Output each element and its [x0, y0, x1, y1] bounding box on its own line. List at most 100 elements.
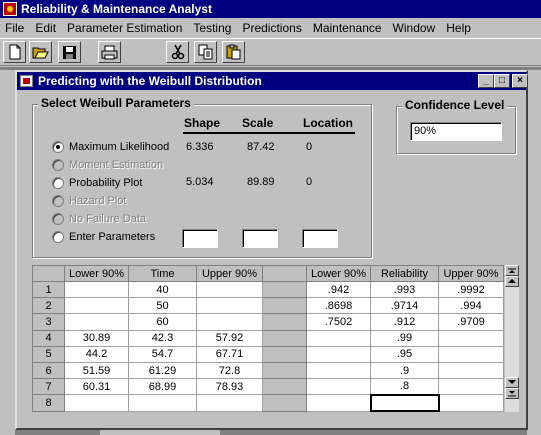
cell-lower-time[interactable]: 30.89 [64, 329, 129, 347]
table-row[interactable]: 5 44.2 54.7 67.71 .95 [32, 345, 504, 363]
cell-lower-time[interactable]: 44.2 [64, 345, 129, 363]
cell-time[interactable]: 60 [128, 313, 197, 331]
paste-button[interactable] [222, 41, 245, 63]
table-row[interactable]: 6 51.59 61.29 72.8 .9 [32, 361, 504, 380]
row-number-cell[interactable]: 3 [32, 313, 65, 331]
cell-time[interactable]: 54.7 [128, 345, 197, 363]
cell-upper-time[interactable]: 57.92 [196, 329, 263, 347]
cell-upper-reliability[interactable] [438, 378, 504, 396]
radio-button[interactable] [52, 231, 64, 243]
table-row[interactable]: 1 40 .942.993.9992 [32, 281, 504, 299]
cell-upper-time[interactable] [196, 297, 263, 315]
save-button[interactable] [58, 41, 81, 63]
cell-lower-time[interactable] [64, 394, 129, 412]
cell-upper-reliability[interactable] [438, 361, 504, 380]
location-input[interactable] [302, 229, 338, 248]
cell-reliability[interactable]: .9714 [370, 297, 439, 315]
cut-button[interactable] [166, 41, 189, 63]
cell-upper-reliability[interactable]: .9992 [438, 281, 504, 299]
cell-lower-reliability[interactable] [306, 361, 371, 380]
cell-lower-reliability[interactable]: .7502 [306, 313, 371, 331]
confidence-level-input[interactable]: 90% [410, 122, 502, 141]
row-number-cell[interactable]: 5 [32, 345, 65, 363]
cell-upper-time[interactable]: 67.71 [196, 345, 263, 363]
menu-window[interactable]: Window [388, 21, 442, 35]
column-header-upper-time[interactable]: Upper 90% [196, 264, 263, 283]
column-header-reliability[interactable]: Reliability [370, 264, 439, 283]
cell-upper-time[interactable]: 72.8 [196, 361, 263, 380]
row-number-cell[interactable]: 4 [32, 329, 65, 347]
column-header-upper-reliability[interactable]: Upper 90% [438, 264, 504, 283]
column-header-lower-time[interactable]: Lower 90% [64, 264, 129, 283]
cell-lower-time[interactable]: 60.31 [64, 378, 129, 396]
cell-lower-time[interactable] [64, 313, 129, 331]
cell-reliability[interactable]: .95 [370, 345, 439, 363]
maximize-button[interactable]: □ [494, 74, 510, 88]
table-row[interactable]: 7 60.31 68.99 78.93 .8 [32, 378, 504, 396]
scroll-top-button[interactable] [505, 265, 519, 276]
cell-reliability[interactable]: .99 [370, 329, 439, 347]
row-number-cell[interactable]: 2 [32, 297, 65, 315]
cell-upper-time[interactable]: 78.93 [196, 378, 263, 396]
new-document-button[interactable] [3, 41, 26, 63]
close-button[interactable]: × [512, 74, 528, 88]
cell-upper-reliability[interactable]: .994 [438, 297, 504, 315]
cell-lower-reliability[interactable] [306, 345, 371, 363]
cell-lower-time[interactable] [64, 281, 129, 299]
cell-lower-time[interactable]: 51.59 [64, 361, 129, 380]
open-button[interactable] [29, 41, 52, 63]
radio-button-checked[interactable] [52, 141, 64, 153]
grid-vertical-scrollbar[interactable] [505, 265, 519, 412]
cell-lower-reliability[interactable] [306, 378, 371, 396]
row-number-cell[interactable]: 1 [32, 281, 65, 299]
menu-maintenance[interactable]: Maintenance [308, 21, 388, 35]
table-row[interactable]: 4 30.89 42.3 57.92 .99 [32, 329, 504, 347]
scroll-bottom-button[interactable] [505, 388, 519, 399]
cell-upper-reliability[interactable] [438, 345, 504, 363]
print-button[interactable] [98, 41, 121, 63]
table-row[interactable]: 3 60 .7502.912.9709 [32, 313, 504, 331]
row-number-cell[interactable]: 7 [32, 378, 65, 396]
radio-maximum-likelihood[interactable]: Maximum Likelihood [52, 141, 169, 153]
menu-help[interactable]: Help [441, 21, 477, 35]
cell-upper-reliability[interactable] [438, 329, 504, 347]
row-number-cell[interactable]: 8 [32, 394, 65, 412]
cell-upper-reliability[interactable]: .9709 [438, 313, 504, 331]
cell-lower-reliability[interactable]: .942 [306, 281, 371, 299]
menu-testing[interactable]: Testing [188, 21, 237, 35]
column-header-spacer[interactable] [262, 264, 307, 283]
cell-upper-time[interactable] [196, 394, 263, 412]
scroll-up-button[interactable] [505, 276, 519, 287]
cell-reliability[interactable]: .993 [370, 281, 439, 299]
cell-upper-time[interactable] [196, 313, 263, 331]
cell-time[interactable]: 68.99 [128, 378, 197, 396]
scale-input[interactable] [242, 229, 278, 248]
table-row[interactable]: 8 [32, 393, 504, 413]
cell-reliability[interactable]: .9 [370, 361, 439, 380]
row-number-cell[interactable]: 6 [32, 361, 65, 380]
radio-enter-parameters[interactable]: Enter Parameters [52, 231, 155, 243]
dialog-title-bar[interactable]: Predicting with the Weibull Distribution [17, 72, 526, 90]
cell-lower-time[interactable] [64, 297, 129, 315]
cell-time[interactable]: 40 [128, 281, 197, 299]
cell-time[interactable]: 50 [128, 297, 197, 315]
cell-time[interactable] [128, 394, 197, 412]
cell-time[interactable]: 61.29 [128, 361, 197, 380]
cell-lower-reliability[interactable] [306, 329, 371, 347]
menu-file[interactable]: File [0, 21, 30, 35]
menu-parameter-estimation[interactable]: Parameter Estimation [62, 21, 188, 35]
radio-button[interactable] [52, 177, 64, 189]
column-header-time[interactable]: Time [128, 264, 197, 283]
cell-upper-reliability[interactable] [438, 394, 504, 412]
radio-probability-plot[interactable]: Probability Plot [52, 177, 142, 189]
cell-time[interactable]: 42.3 [128, 329, 197, 347]
menu-edit[interactable]: Edit [30, 21, 62, 35]
prediction-grid[interactable]: Lower 90% Time Upper 90% Lower 90% Reliabili… [32, 264, 504, 413]
scroll-down-button[interactable] [505, 377, 519, 388]
copy-button[interactable] [194, 41, 217, 63]
minimize-button[interactable]: _ [478, 74, 494, 88]
cell-upper-time[interactable] [196, 281, 263, 299]
table-row[interactable]: 2 50 .8698.9714.994 [32, 297, 504, 315]
cell-reliability[interactable]: .912 [370, 313, 439, 331]
shape-input[interactable] [182, 229, 218, 248]
